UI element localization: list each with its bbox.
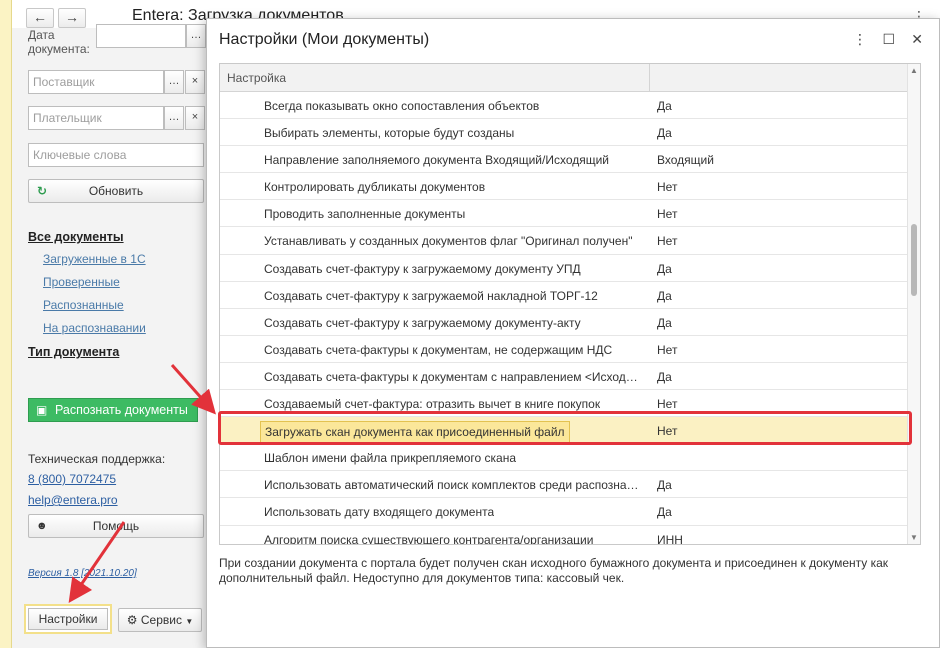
arrow-to-settings-button [68,521,126,603]
annotation-arrows [68,364,216,603]
arrow-to-setting [170,364,216,415]
